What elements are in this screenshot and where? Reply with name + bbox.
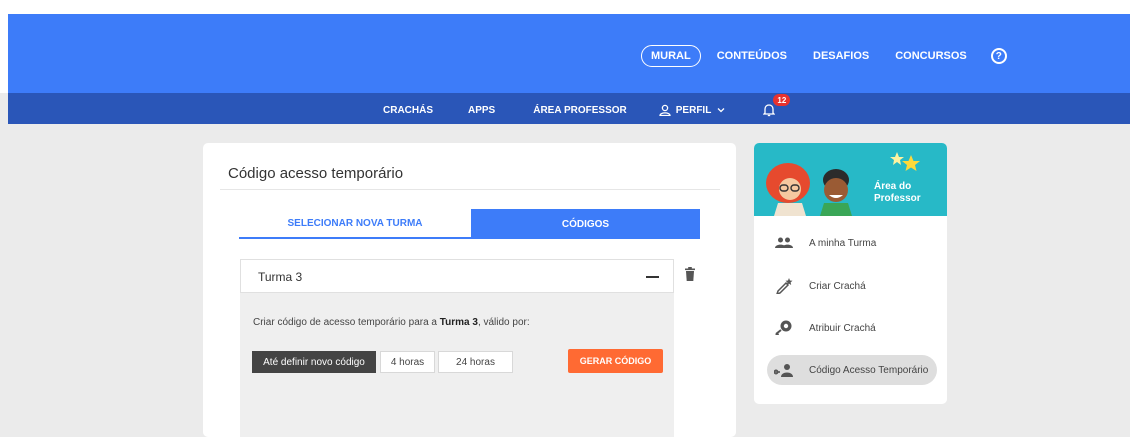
- group-icon: [773, 235, 795, 251]
- nav-apps[interactable]: APPS: [468, 105, 495, 116]
- code-description: Criar código de acesso temporário para a…: [253, 317, 530, 328]
- bell-icon: [762, 104, 776, 117]
- user-key-icon: [773, 362, 795, 378]
- banner-title: Área do Professor: [874, 181, 921, 205]
- duration-option-4h[interactable]: 4 horas: [380, 351, 435, 373]
- notifications-button[interactable]: 12: [762, 94, 791, 117]
- generate-code-button[interactable]: GERAR CÓDIGO: [568, 349, 663, 373]
- teacher-sidebar: Área do Professor A minha Turma Criar Cr…: [754, 143, 947, 404]
- tab-select-class[interactable]: SELECIONAR NOVA TURMA: [239, 209, 471, 239]
- nav-conteudos[interactable]: CONTEÚDOS: [717, 50, 787, 62]
- sidebar-item-label: Atribuir Crachá: [809, 322, 876, 334]
- star-icon: [890, 152, 920, 171]
- sidebar-item-label: Criar Crachá: [809, 280, 866, 292]
- nav-desafios[interactable]: DESAFIOS: [813, 50, 869, 62]
- assign-badge-icon: [773, 320, 795, 336]
- sidebar-item-assign-badge[interactable]: Atribuir Crachá: [767, 313, 937, 343]
- page-title: Código acesso temporário: [228, 165, 404, 182]
- description-class: Turma 3: [439, 317, 478, 328]
- trash-icon[interactable]: [684, 267, 696, 281]
- duration-option-until-new[interactable]: Até definir novo código: [252, 351, 376, 373]
- nav-perfil[interactable]: PERFIL: [659, 104, 726, 116]
- duration-option-24h[interactable]: 24 horas: [438, 351, 513, 373]
- class-accordion-body: Criar código de acesso temporário para a…: [240, 293, 674, 437]
- user-icon: [659, 104, 671, 116]
- nav-crachas[interactable]: CRACHÁS: [383, 105, 433, 116]
- temp-code-card: Código acesso temporário SELECIONAR NOVA…: [203, 143, 736, 437]
- question-circle-icon[interactable]: ?: [990, 48, 1007, 64]
- top-nav: MURAL CONTEÚDOS DESAFIOS CONCURSOS ?: [641, 45, 1007, 67]
- sidebar-item-temp-code[interactable]: Código Acesso Temporário: [767, 355, 937, 385]
- nav-mural[interactable]: MURAL: [641, 45, 701, 67]
- banner-title-line1: Área do: [874, 181, 912, 192]
- class-accordion-header[interactable]: Turma 3: [240, 259, 674, 293]
- collapse-icon[interactable]: [646, 276, 659, 278]
- pencil-badge-icon: [773, 278, 795, 294]
- title-divider: [220, 189, 720, 190]
- teacher-area-banner: Área do Professor: [754, 143, 947, 216]
- description-prefix: Criar código de acesso temporário para a: [253, 317, 440, 328]
- sidebar-item-create-badge[interactable]: Criar Crachá: [767, 271, 937, 301]
- nav-area-professor[interactable]: ÁREA PROFESSOR: [533, 105, 627, 116]
- sidebar-item-label: Código Acesso Temporário: [809, 364, 929, 376]
- class-name: Turma 3: [258, 270, 303, 284]
- teachers-illustration: [766, 163, 852, 216]
- description-suffix: , válido por:: [477, 317, 530, 328]
- sidebar-item-my-class[interactable]: A minha Turma: [767, 228, 937, 258]
- nav-concursos[interactable]: CONCURSOS: [895, 50, 967, 62]
- banner-title-line2: Professor: [874, 193, 921, 204]
- tab-codes[interactable]: CÓDIGOS: [471, 209, 700, 239]
- nav-perfil-label: PERFIL: [675, 104, 712, 116]
- sub-nav: CRACHÁS APPS ÁREA PROFESSOR PERFIL 12: [383, 94, 791, 117]
- chevron-down-icon: [717, 108, 725, 113]
- notification-badge: 12: [773, 94, 791, 106]
- sidebar-item-label: A minha Turma: [809, 237, 877, 249]
